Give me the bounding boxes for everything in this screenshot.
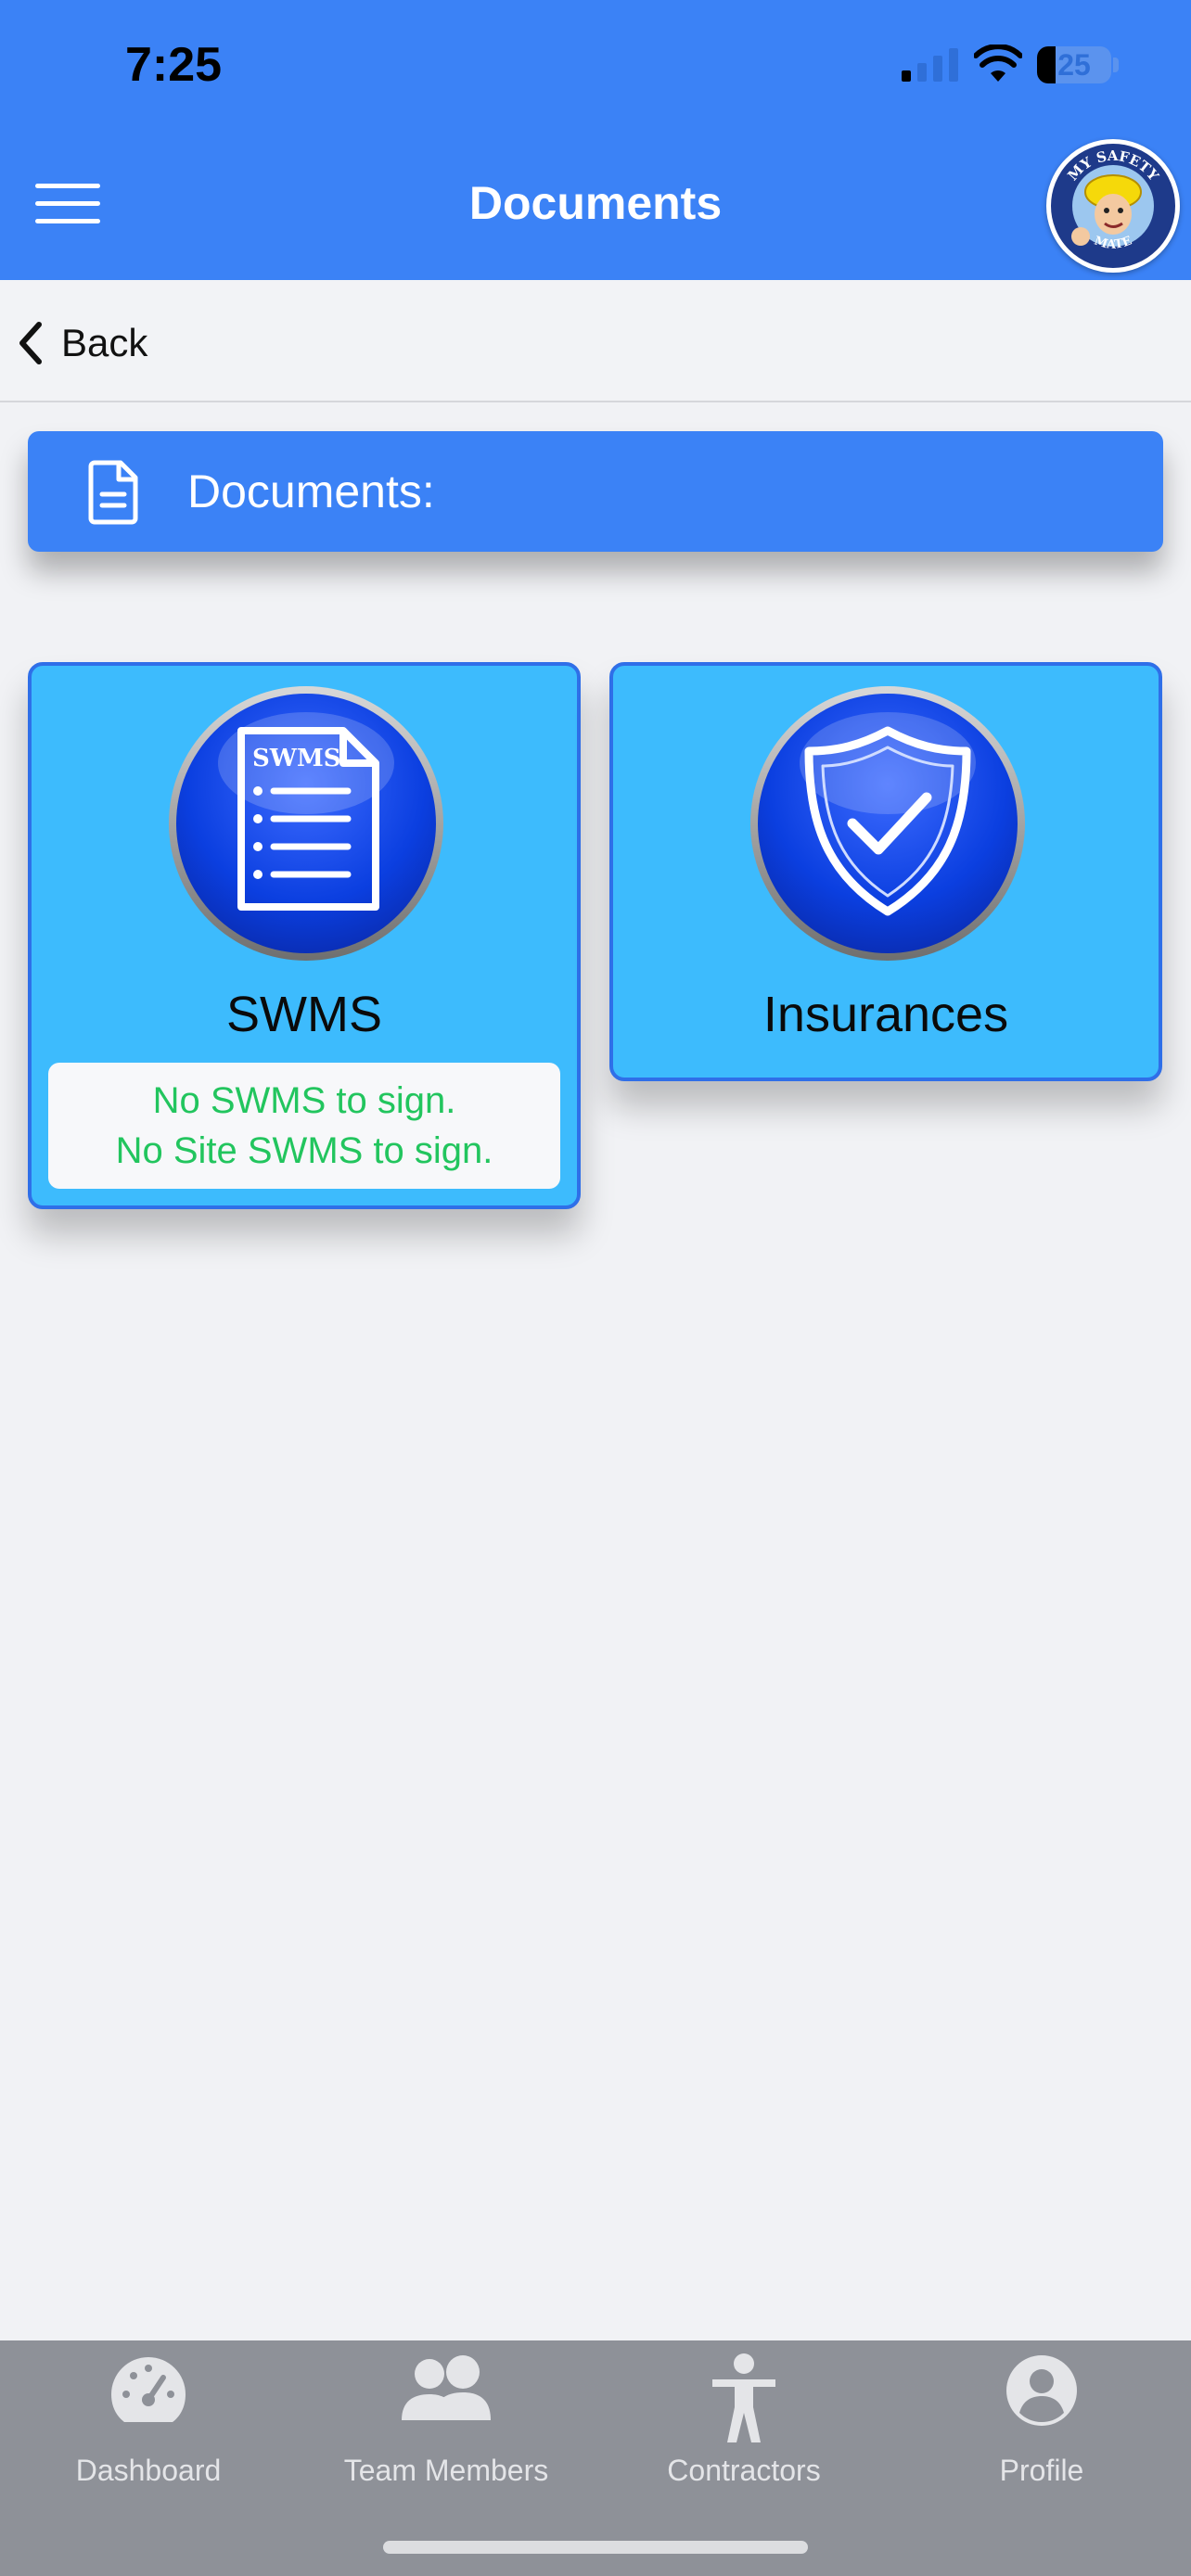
battery-percent: 25	[1057, 48, 1091, 82]
back-label: Back	[61, 321, 148, 364]
swms-card[interactable]: SWMS SWMS No SWMS to sign. No Site SWMS …	[28, 662, 581, 1209]
swms-document-icon: SWMS	[169, 686, 443, 961]
nav-contractors[interactable]: Contractors	[623, 2340, 864, 2526]
top-bar: 7:25 25 Documents MY SAFETY MATE	[0, 0, 1191, 280]
nav-profile[interactable]: Profile	[921, 2340, 1162, 2526]
swms-card-label: SWMS	[226, 987, 382, 1042]
people-icon	[402, 2355, 491, 2420]
svg-text:SWMS: SWMS	[252, 745, 341, 772]
nav-label-profile: Profile	[999, 2454, 1084, 2487]
nav-team-members[interactable]: Team Members	[326, 2340, 567, 2526]
shield-check-icon	[750, 686, 1025, 961]
my-safety-mate-logo: MY SAFETY MATE	[1046, 139, 1180, 273]
speedometer-icon	[111, 2357, 186, 2422]
document-icon	[88, 460, 138, 525]
profile-icon	[1006, 2355, 1077, 2426]
documents-section-header: Documents:	[28, 431, 1163, 552]
home-indicator	[383, 2541, 808, 2554]
person-icon	[712, 2353, 775, 2442]
nav-dashboard[interactable]: Dashboard	[28, 2340, 269, 2526]
nav-label-dashboard: Dashboard	[75, 2454, 222, 2487]
back-bar: Back	[0, 280, 1191, 402]
chevron-left-icon	[19, 322, 42, 364]
battery-icon: 25	[1037, 46, 1111, 83]
nav-label-team-members: Team Members	[343, 2454, 549, 2487]
section-title: Documents:	[187, 465, 435, 517]
page-title: Documents	[468, 177, 723, 229]
swms-status-line: No SWMS to sign.	[152, 1080, 456, 1121]
wifi-icon	[974, 45, 1022, 82]
back-button[interactable]: Back	[17, 317, 147, 369]
insurances-card-label: Insurances	[762, 987, 1009, 1042]
nav-label-contractors: Contractors	[667, 2454, 821, 2487]
site-swms-status-line: No Site SWMS to sign.	[115, 1130, 493, 1171]
cellular-signal-icon	[902, 48, 958, 82]
insurances-card[interactable]: Insurances	[609, 662, 1162, 1081]
status-time: 7:25	[125, 38, 223, 92]
swms-status-box: No SWMS to sign. No Site SWMS to sign.	[48, 1063, 560, 1189]
